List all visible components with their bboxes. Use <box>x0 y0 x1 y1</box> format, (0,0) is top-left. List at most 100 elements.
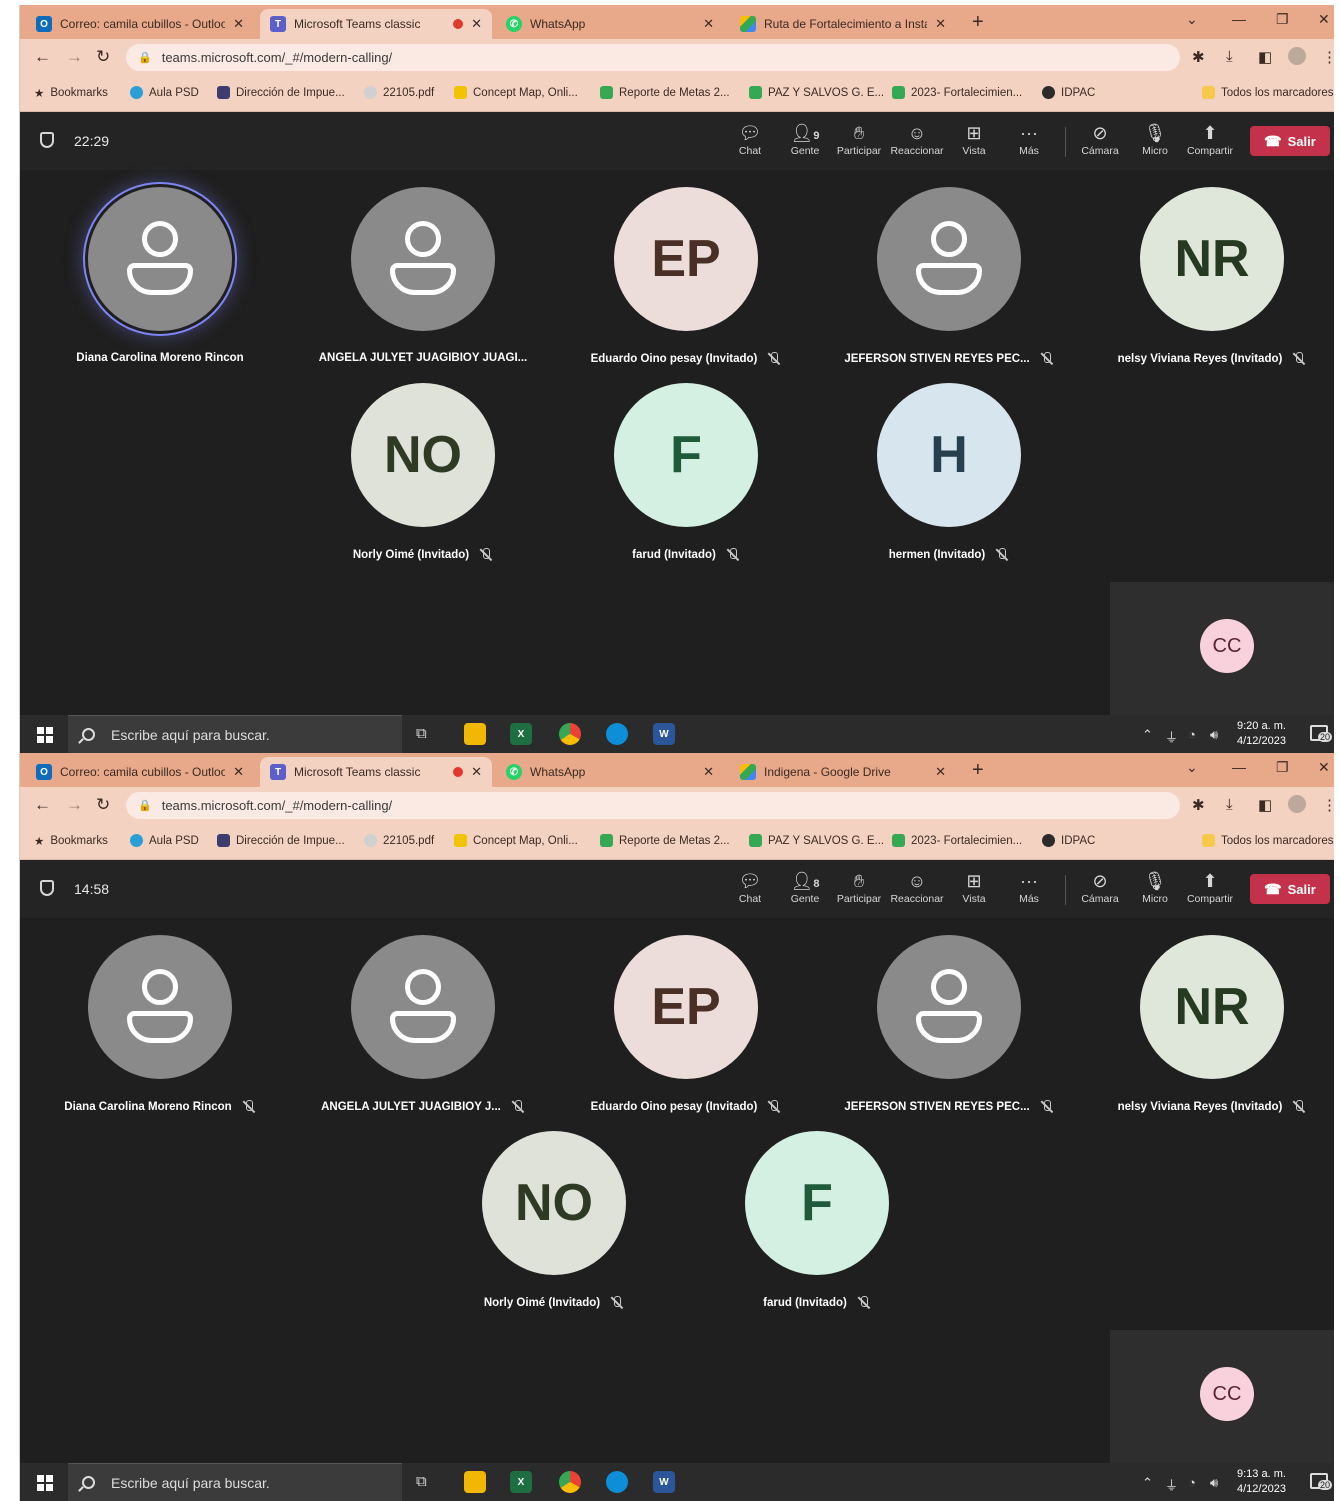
bookmark-item[interactable]: IDPAC <box>1042 834 1095 847</box>
new-tab-icon[interactable]: + <box>972 759 984 782</box>
bookmark-item[interactable]: Reporte de Metas 2... <box>600 86 730 99</box>
raise-hand-button[interactable]: ✋︎ Participar <box>831 871 887 905</box>
tab-search-icon[interactable]: ⌄ <box>1186 759 1198 776</box>
browser-tab-teams[interactable]: T Microsoft Teams classic ✕ <box>260 9 492 39</box>
close-tab-icon[interactable]: ✕ <box>935 16 946 32</box>
people-button[interactable]: 👤︎8 Gente <box>777 871 833 905</box>
side-panel-icon[interactable]: ◧ <box>1258 48 1272 66</box>
participant-tile[interactable]: ANGELA JULYET JUAGIBIOY J... <box>293 918 553 1113</box>
bookmark-item[interactable]: Aula PSD <box>130 86 199 99</box>
close-window-icon[interactable]: ✕ <box>1318 11 1330 28</box>
view-button[interactable]: ⊞ Vista <box>946 123 1002 157</box>
task-view-icon[interactable]: ⧉ <box>416 725 427 742</box>
camera-button[interactable]: ⊘ Cámara <box>1072 871 1128 905</box>
react-button[interactable]: ☺ Reaccionar <box>889 123 945 157</box>
bookmark-item[interactable]: Reporte de Metas 2... <box>600 834 730 847</box>
camera-button[interactable]: ⊘ Cámara <box>1072 123 1128 157</box>
close-tab-icon[interactable]: ✕ <box>233 764 244 780</box>
bookmark-item[interactable]: Concept Map, Onli... <box>454 834 578 847</box>
all-bookmarks[interactable]: Todos los marcadores <box>1202 834 1334 847</box>
taskbar-search[interactable]: Escribe aquí para buscar. <box>68 1463 402 1501</box>
leave-button[interactable]: ☎ Salir <box>1250 874 1330 904</box>
profile-avatar[interactable] <box>1288 795 1306 813</box>
browser-tab-drive[interactable]: Indigena - Google Drive ✕ <box>730 757 956 787</box>
browser-tab-drive[interactable]: Ruta de Fortalecimiento a Instan ✕ <box>730 9 956 39</box>
file-explorer-icon[interactable] <box>464 1471 486 1493</box>
minimize-icon[interactable]: — <box>1232 11 1246 27</box>
raise-hand-button[interactable]: ✋︎ Participar <box>831 123 887 157</box>
participant-tile[interactable]: Diana Carolina Moreno Rincon <box>30 170 290 364</box>
bookmark-item[interactable]: 22105.pdf <box>364 86 434 99</box>
minimize-icon[interactable]: — <box>1232 759 1246 775</box>
participant-tile[interactable]: NR nelsy Viviana Reyes (Invitado) <box>1082 918 1334 1113</box>
participant-tile[interactable]: Diana Carolina Moreno Rincon <box>30 918 290 1113</box>
chevron-up-icon[interactable]: ⌃ <box>1142 1475 1153 1491</box>
self-video-tile[interactable]: CC <box>1110 1330 1334 1463</box>
windows-start-icon[interactable] <box>37 727 53 743</box>
word-icon[interactable]: W <box>653 1471 675 1493</box>
participant-tile[interactable]: Ffarud (Invitado) <box>687 1114 947 1309</box>
url-field[interactable]: 🔒 teams.microsoft.com/_#/modern-calling/ <box>126 44 1180 71</box>
download-icon[interactable]: ⤓ <box>1226 48 1233 65</box>
more-button[interactable]: ··· Más <box>1001 123 1057 157</box>
tab-search-icon[interactable]: ⌄ <box>1186 11 1198 28</box>
taskbar-search[interactable]: Escribe aquí para buscar. <box>68 715 402 753</box>
bookmark-item[interactable]: Concept Map, Onli... <box>454 86 578 99</box>
participant-tile[interactable]: EP Eduardo Oino pesay (Invitado) <box>556 170 816 365</box>
forward-icon[interactable]: → <box>66 47 83 67</box>
file-explorer-icon[interactable] <box>464 723 486 745</box>
excel-icon[interactable]: X <box>510 723 532 745</box>
menu-icon[interactable]: ⋮ <box>1322 48 1334 66</box>
reload-icon[interactable]: ↻ <box>96 47 110 67</box>
volume-icon[interactable]: 🔊︎ <box>1210 1475 1218 1491</box>
word-icon[interactable]: W <box>653 723 675 745</box>
url-field[interactable]: 🔒 teams.microsoft.com/_#/modern-calling/ <box>126 792 1180 819</box>
wifi-icon[interactable]: ◔ <box>1188 727 1196 742</box>
bookmark-item[interactable]: ★ Bookmarks <box>34 86 108 100</box>
edge-icon[interactable] <box>606 1471 628 1493</box>
side-panel-icon[interactable]: ◧ <box>1258 796 1272 814</box>
chevron-up-icon[interactable]: ⌃ <box>1142 727 1153 743</box>
view-button[interactable]: ⊞ Vista <box>946 871 1002 905</box>
close-tab-icon[interactable]: ✕ <box>233 16 244 32</box>
participant-tile[interactable]: Ffarud (Invitado) <box>556 366 816 561</box>
edge-icon[interactable] <box>606 723 628 745</box>
people-button[interactable]: 👤︎9 Gente <box>777 123 833 157</box>
close-tab-icon[interactable]: ✕ <box>935 764 946 780</box>
windows-start-icon[interactable] <box>37 1475 53 1491</box>
browser-tab-outlook[interactable]: O Correo: camila cubillos - Outloo ✕ <box>26 9 254 39</box>
leave-button[interactable]: ☎ Salir <box>1250 126 1330 156</box>
bookmark-item[interactable]: 22105.pdf <box>364 834 434 847</box>
bookmark-item[interactable]: PAZ Y SALVOS G. E... <box>749 834 884 847</box>
notification-icon[interactable]: 20 <box>1310 725 1333 742</box>
task-view-icon[interactable]: ⧉ <box>416 1473 427 1490</box>
participant-tile[interactable]: ANGELA JULYET JUAGIBIOY JUAGI... <box>293 170 553 364</box>
participant-tile[interactable]: JEFERSON STIVEN REYES PEC... <box>819 170 1079 365</box>
participant-tile[interactable]: NR nelsy Viviana Reyes (Invitado) <box>1082 170 1334 365</box>
close-tab-icon[interactable]: ✕ <box>703 16 714 32</box>
taskbar-clock[interactable]: 9:20 a. m. 4/12/2023 <box>1237 719 1286 749</box>
browser-tab-outlook[interactable]: O Correo: camila cubillos - Outloo ✕ <box>26 757 254 787</box>
bookmark-item[interactable]: PAZ Y SALVOS G. E... <box>749 86 884 99</box>
reload-icon[interactable]: ↻ <box>96 795 110 815</box>
notification-icon[interactable]: 20 <box>1310 1473 1333 1490</box>
extensions-icon[interactable]: ✱ <box>1192 796 1205 814</box>
share-button[interactable]: ⬆ Compartir <box>1182 871 1238 905</box>
menu-icon[interactable]: ⋮ <box>1322 796 1334 814</box>
chrome-icon[interactable] <box>559 723 581 745</box>
bookmark-item[interactable]: Dirección de Impue... <box>217 834 345 847</box>
bookmark-item[interactable]: 2023- Fortalecimien... <box>892 834 1022 847</box>
participant-tile[interactable]: NO Norly Oimé (Invitado) <box>424 1114 684 1309</box>
browser-tab-teams[interactable]: T Microsoft Teams classic ✕ <box>260 757 492 787</box>
share-button[interactable]: ⬆ Compartir <box>1182 123 1238 157</box>
volume-icon[interactable]: 🔊︎ <box>1210 727 1218 743</box>
bookmark-item[interactable]: Aula PSD <box>130 834 199 847</box>
restore-icon[interactable]: ❐ <box>1276 759 1289 776</box>
participant-tile[interactable]: NO Norly Oimé (Invitado) <box>293 366 553 561</box>
excel-icon[interactable]: X <box>510 1471 532 1493</box>
forward-icon[interactable]: → <box>66 795 83 815</box>
new-tab-icon[interactable]: + <box>972 11 984 34</box>
chat-button[interactable]: 💬︎ Chat <box>722 871 778 905</box>
bookmark-item[interactable]: ★ Bookmarks <box>34 834 108 848</box>
bookmark-item[interactable]: IDPAC <box>1042 86 1095 99</box>
